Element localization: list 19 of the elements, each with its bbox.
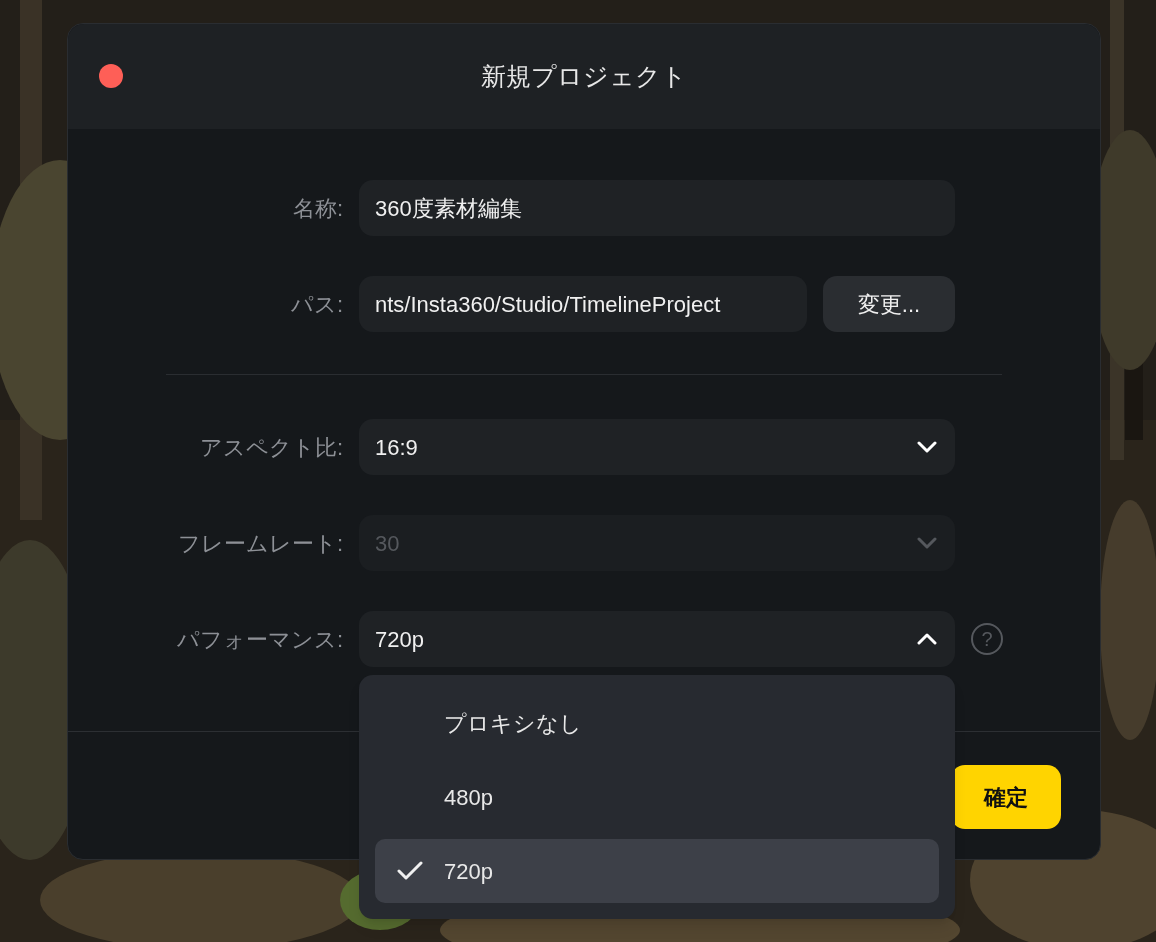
- chevron-down-icon: [917, 441, 937, 453]
- path-field[interactable]: nts/Insta360/Studio/TimelineProject: [359, 276, 807, 332]
- field-label: パフォーマンス:: [175, 625, 343, 654]
- name-field[interactable]: 360度素材編集: [359, 180, 955, 236]
- change-button[interactable]: 変更...: [823, 276, 955, 332]
- chevron-down-icon: [917, 537, 937, 549]
- field-label: アスペクト比:: [198, 433, 343, 462]
- chevron-up-icon: [917, 633, 937, 645]
- menu-option[interactable]: 720p: [375, 839, 939, 903]
- dropdown-select[interactable]: 720p: [359, 611, 955, 667]
- menu-option[interactable]: プロキシなし: [375, 691, 939, 755]
- menu-option[interactable]: 480p: [375, 765, 939, 829]
- window-title: 新規プロジェクト: [481, 60, 687, 92]
- dropdown-select[interactable]: 16:9: [359, 419, 955, 475]
- close-button[interactable]: [99, 64, 123, 88]
- field-label: フレームレート:: [176, 529, 343, 558]
- field-label: パス:: [289, 290, 343, 319]
- field-label: 名称:: [291, 194, 343, 223]
- check-icon: [397, 861, 423, 881]
